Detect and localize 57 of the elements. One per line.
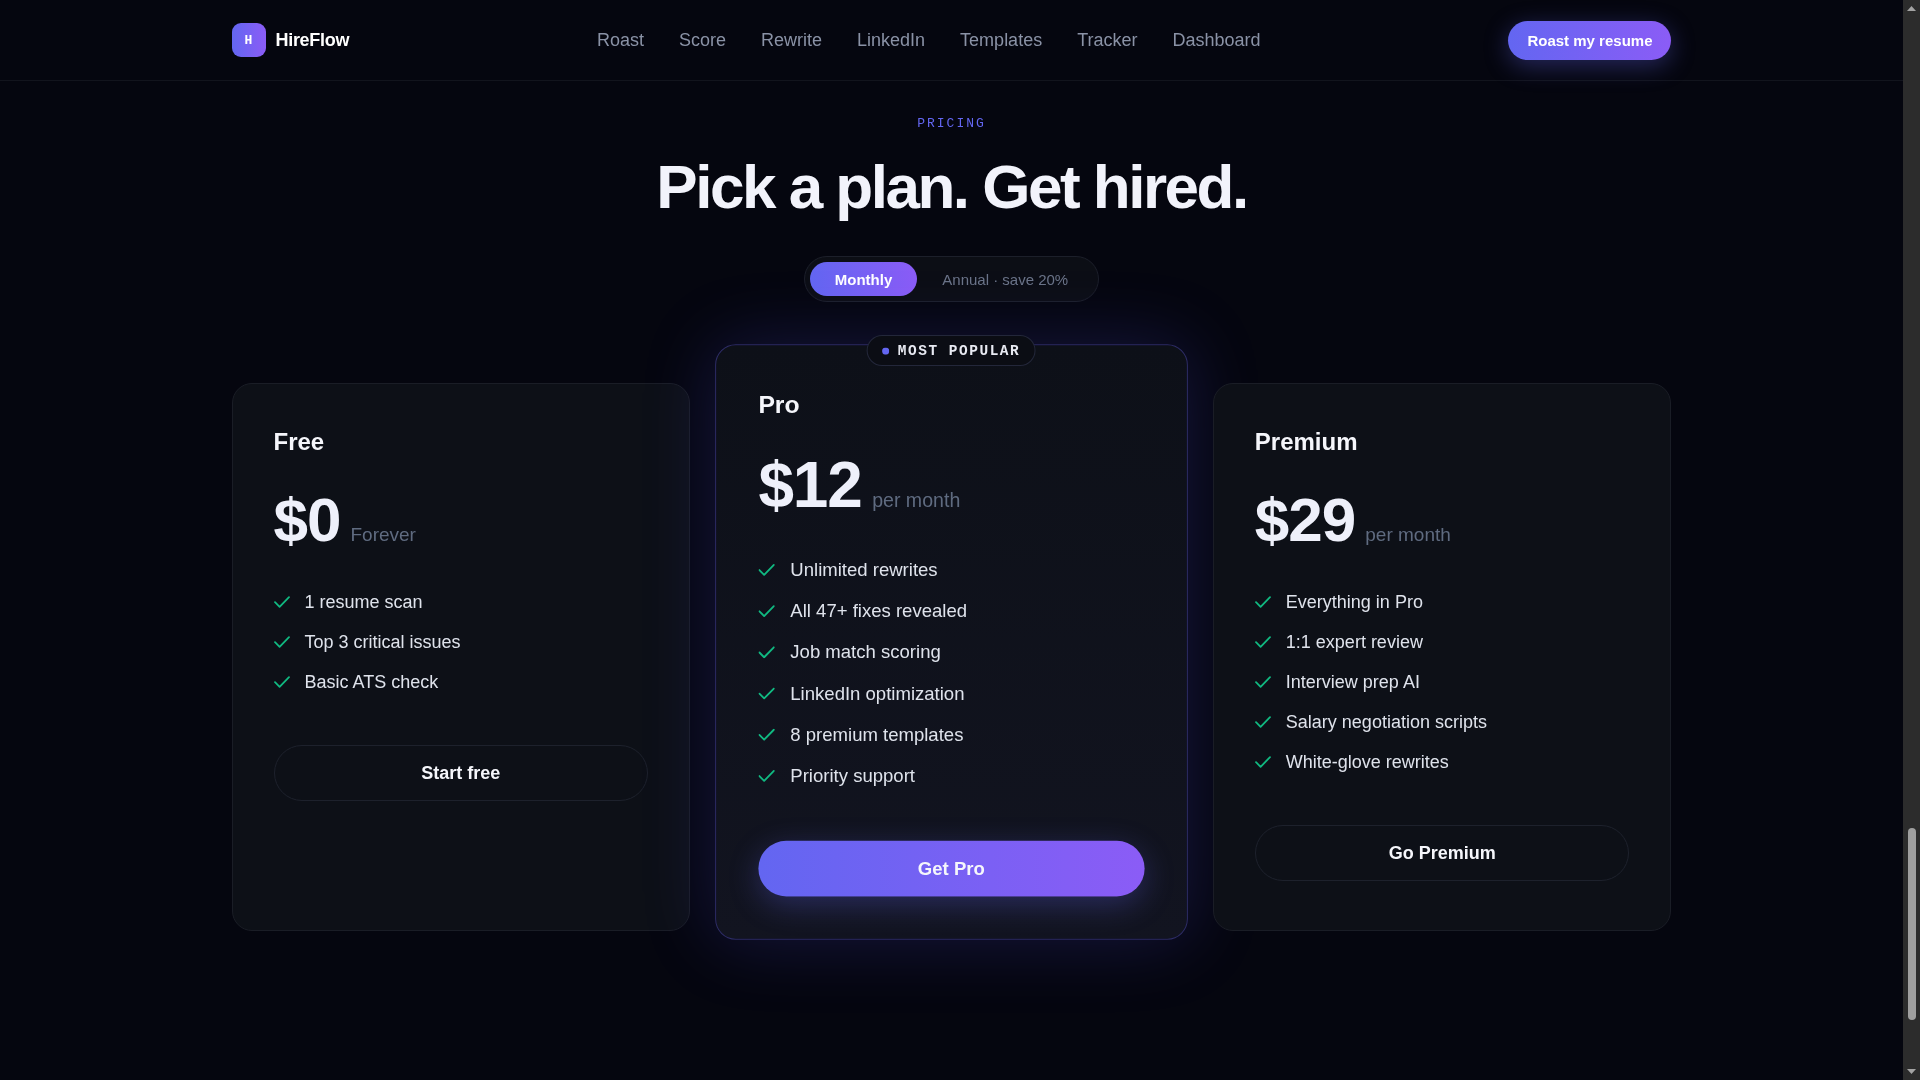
billing-option[interactable]: Monthly [809,262,918,296]
section-label: PRICING [917,116,986,132]
badge-text: MOST POPULAR [898,342,1021,359]
feature-text: Interview prep AI [1285,671,1420,694]
plan-name: Free [273,427,326,457]
nav-link[interactable]: LinkedIn [857,29,926,51]
feature-text: Job match scoring [790,641,941,665]
check-icon [758,687,775,700]
feature-text: 1:1 expert review [1285,631,1423,654]
check-icon [1254,756,1271,768]
feature-text: White-glove rewrites [1285,751,1449,774]
price-period: Forever [350,524,416,546]
dot-icon [882,346,890,355]
feature-text: Everything in Pro [1285,591,1423,614]
check-icon [758,769,775,783]
check-icon [758,728,775,741]
price-period: per month [1365,524,1451,546]
feature-text: 1 resume scan [304,591,423,614]
feature-text: 8 premium templates [790,723,964,747]
scroll-down-icon[interactable] [1907,1069,1916,1074]
feature-text: Priority support [790,764,916,789]
plan-button[interactable]: Get Pro [758,840,1145,897]
nav-link[interactable]: Rewrite [761,29,823,51]
check-icon [1254,596,1271,608]
check-icon [273,596,290,608]
nav-link[interactable]: Roast [596,29,644,51]
check-icon [1254,676,1271,688]
plan-price: $12 [758,453,862,518]
price-period: per month [872,489,961,513]
nav-link[interactable]: Templates [960,29,1043,51]
feature-text: All 47+ fixes revealed [790,599,968,624]
check-icon [758,604,775,618]
check-icon [758,563,775,577]
check-icon [1254,636,1271,648]
feature-text: Top 3 critical issues [304,631,461,654]
billing-option[interactable]: Annual · save 20% [917,262,1094,296]
feature-text: LinkedIn optimization [790,682,965,706]
plan-name: Premium [1254,427,1359,457]
check-icon [273,676,290,688]
plan-price: $0 [273,489,341,551]
nav-link[interactable]: Dashboard [1172,29,1261,51]
cta-button[interactable]: Roast my resume [1508,20,1672,60]
plan-price: $29 [1254,489,1356,551]
check-icon [1254,716,1271,728]
scroll-up-icon[interactable] [1907,6,1916,11]
brand-name: HireFlow [275,29,350,51]
feature-text: Unlimited rewrites [790,558,938,583]
feature-text: Basic ATS check [304,671,439,694]
plan-name: Pro [758,389,801,421]
scrollbar-thumb[interactable] [1907,828,1916,1020]
page-heading: Pick a plan. Get hired. [656,153,1247,221]
nav-link[interactable]: Tracker [1077,29,1138,51]
check-icon [273,636,290,648]
feature-text: Salary negotiation scripts [1285,711,1487,734]
check-icon [758,646,775,659]
nav-link[interactable]: Score [679,29,727,51]
logo-mark: H [231,23,266,57]
